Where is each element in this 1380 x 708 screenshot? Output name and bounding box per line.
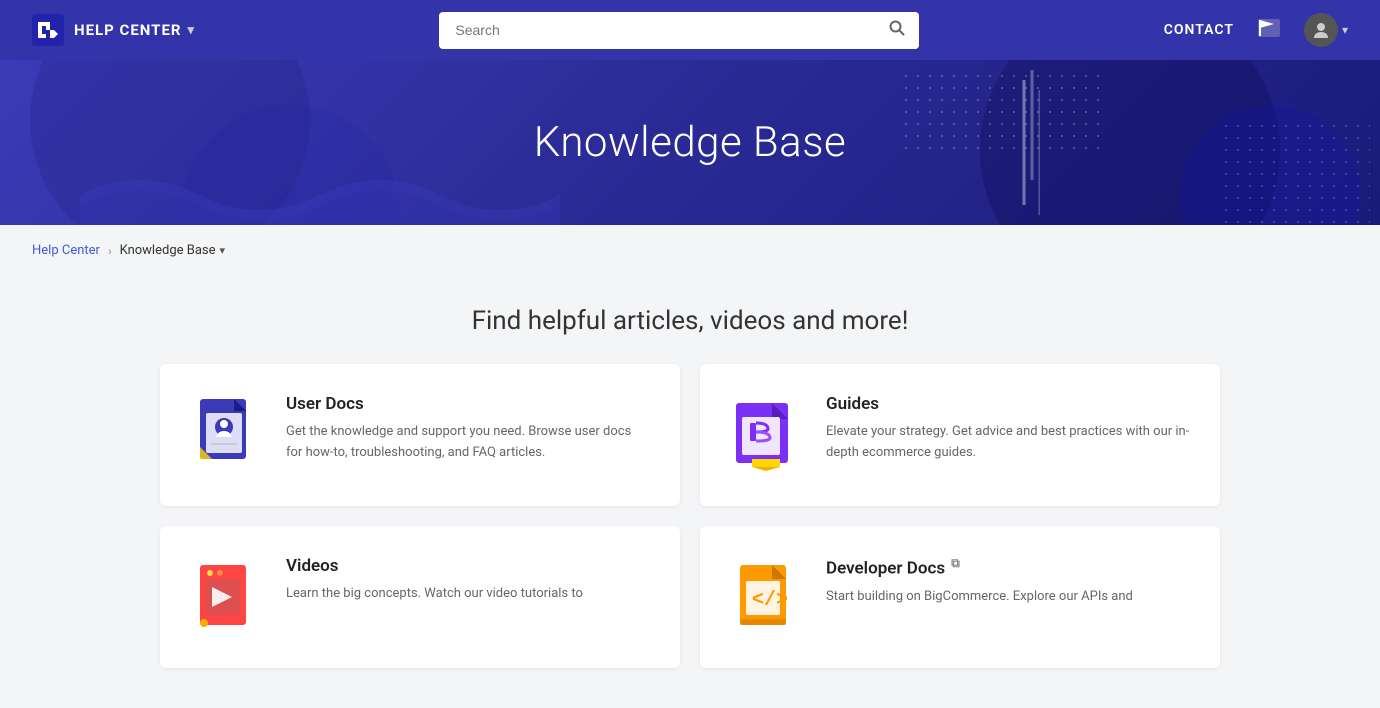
user-docs-description: Get the knowledge and support you need. … <box>286 422 650 464</box>
hero-banner: Knowledge Base <box>0 60 1380 225</box>
contact-link[interactable]: CONTACT <box>1164 22 1234 38</box>
videos-description: Learn the big concepts. Watch our video … <box>286 584 583 605</box>
hero-title: Knowledge Base <box>534 118 846 167</box>
search-form <box>439 12 919 49</box>
user-docs-icon <box>190 394 262 476</box>
brand-text-wrap: HELP CENTER ▾ <box>74 21 195 39</box>
search-button[interactable] <box>875 12 919 49</box>
search-area <box>195 12 1164 49</box>
brand-text: HELP CENTER <box>74 21 182 39</box>
card-user-docs[interactable]: User Docs Get the knowledge and support … <box>160 364 680 506</box>
videos-icon <box>190 556 262 638</box>
videos-title: Videos <box>286 556 583 576</box>
search-icon <box>889 20 905 36</box>
card-videos[interactable]: Videos Learn the big concepts. Watch our… <box>160 526 680 668</box>
user-docs-text: User Docs Get the knowledge and support … <box>286 394 650 464</box>
guides-title: Guides <box>826 394 1190 414</box>
card-developer-docs[interactable]: </> Developer Docs ⧉ Start building on B… <box>700 526 1220 668</box>
avatar <box>1304 13 1338 47</box>
search-input[interactable] <box>439 14 875 46</box>
section-title: Find helpful articles, videos and more! <box>160 306 1220 336</box>
brand-dropdown-icon[interactable]: ▾ <box>188 23 196 38</box>
nav-right: CONTACT ▾ <box>1164 13 1348 47</box>
brand-logo-link[interactable]: HELP CENTER ▾ <box>32 14 195 46</box>
guides-text: Guides Elevate your strategy. Get advice… <box>826 394 1190 464</box>
breadcrumb: Help Center › Knowledge Base ▾ <box>0 225 1380 276</box>
avatar-menu[interactable]: ▾ <box>1304 13 1348 47</box>
developer-docs-text: Developer Docs ⧉ Start building on BigCo… <box>826 556 1133 607</box>
user-docs-title: User Docs <box>286 394 650 414</box>
hero-lines-svg <box>1020 60 1040 225</box>
breadcrumb-separator: › <box>108 244 112 258</box>
external-link-icon: ⧉ <box>951 556 960 570</box>
card-guides[interactable]: Guides Elevate your strategy. Get advice… <box>700 364 1220 506</box>
developer-docs-title: Developer Docs ⧉ <box>826 556 1133 579</box>
videos-text: Videos Learn the big concepts. Watch our… <box>286 556 583 605</box>
breadcrumb-dropdown-icon: ▾ <box>220 244 226 257</box>
flag-icon[interactable] <box>1258 19 1280 42</box>
hero-dots-1 <box>900 70 1100 150</box>
developer-docs-description: Start building on BigCommerce. Explore o… <box>826 587 1133 608</box>
avatar-dropdown-icon: ▾ <box>1342 23 1348 37</box>
main-content: Find helpful articles, videos and more! <box>140 306 1240 708</box>
breadcrumb-current[interactable]: Knowledge Base ▾ <box>120 243 225 258</box>
brand-logo-icon <box>32 14 64 46</box>
svg-text:</>: </> <box>752 589 788 612</box>
developer-docs-icon: </> <box>730 556 802 638</box>
cards-grid: User Docs Get the knowledge and support … <box>160 364 1220 668</box>
navbar: HELP CENTER ▾ CONTACT <box>0 0 1380 60</box>
hero-dots-2 <box>1220 120 1370 225</box>
guides-icon <box>730 394 802 476</box>
hero-wave-svg <box>80 155 560 225</box>
breadcrumb-home[interactable]: Help Center <box>32 243 100 258</box>
guides-description: Elevate your strategy. Get advice and be… <box>826 422 1190 464</box>
